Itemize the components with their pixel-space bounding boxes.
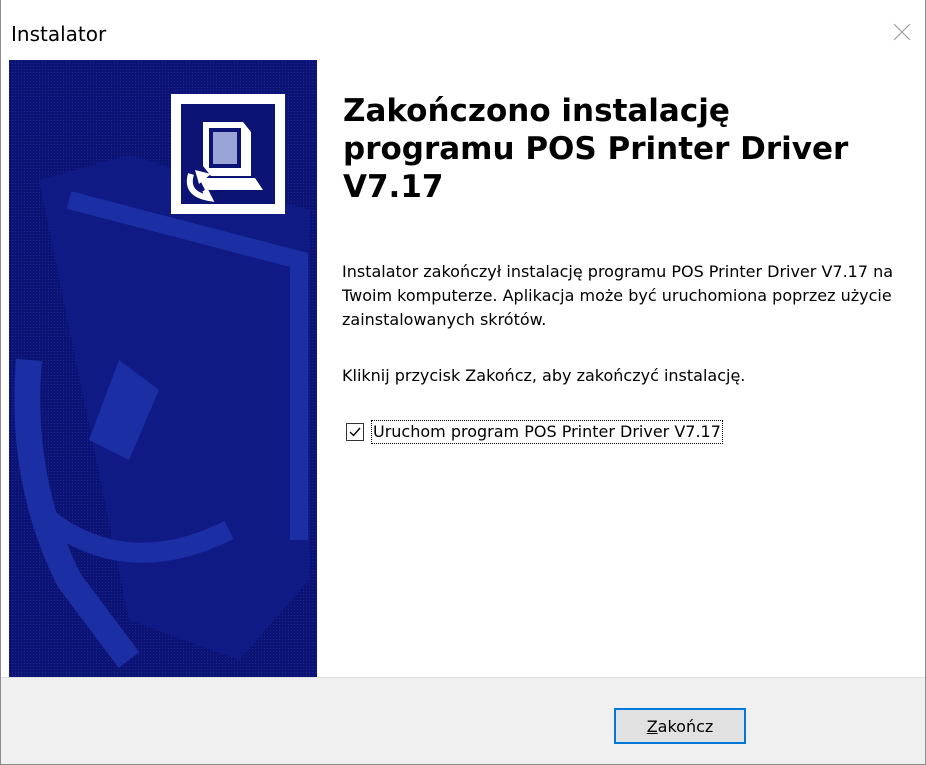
completion-description: Instalator zakończył instalację programu… [342,262,894,329]
finish-button-mnemonic: Z [646,716,658,736]
finish-button-label: akończ [657,716,714,736]
button-bar: Zakończ [1,677,925,764]
launch-program-option[interactable]: Uruchom program POS Printer Driver V7.17 [346,420,723,444]
finish-instruction: Kliknij przycisk Zakończ, aby zakończyć … [342,366,746,385]
wizard-side-banner [9,60,317,677]
finish-button[interactable]: Zakończ [614,708,746,744]
launch-program-label[interactable]: Uruchom program POS Printer Driver V7.17 [371,420,723,444]
computer-setup-icon [186,122,263,202]
window-title: Instalator [11,22,107,46]
launch-program-checkbox[interactable] [346,423,364,441]
wizard-content: Zakończono instalację programu POS Print… [9,60,925,677]
installer-window: Instalator Zakończono instalację program… [0,0,926,765]
installer-logo [171,94,285,214]
close-button[interactable] [879,12,925,52]
title-bar: Instalator [1,0,925,60]
checkmark-icon [349,427,361,437]
page-title: Zakończono instalację programu POS Print… [343,93,849,205]
close-icon [893,23,911,41]
